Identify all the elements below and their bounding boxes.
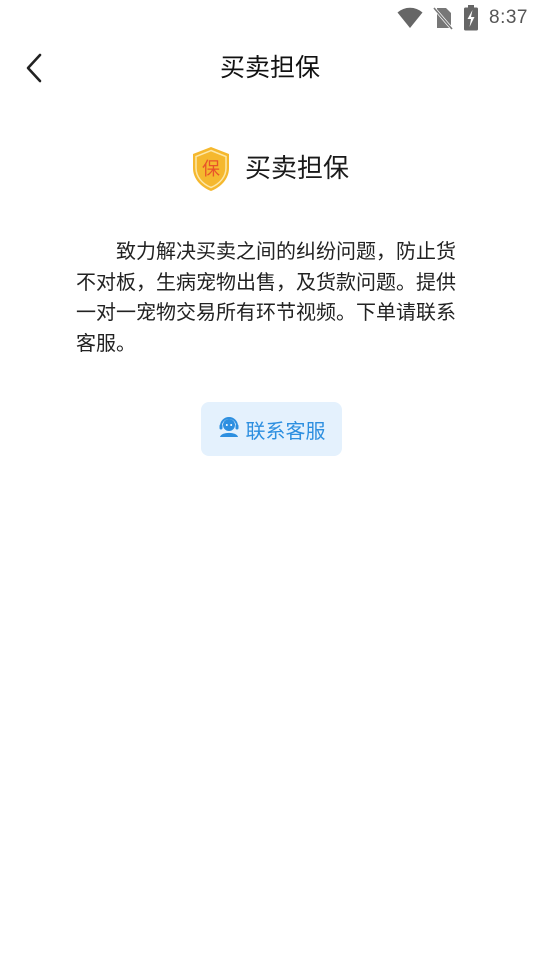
no-sim-icon: [433, 6, 454, 30]
page-title: 买卖担保: [219, 53, 320, 82]
status-bar: 8:37: [0, 0, 540, 36]
status-icons: 8:37: [397, 4, 528, 32]
guarantee-heading: 保 买卖担保: [0, 146, 540, 192]
customer-service-icon: [218, 416, 240, 442]
shield-badge-char: 保: [202, 159, 220, 180]
wifi-icon: [397, 7, 423, 29]
guarantee-shield-icon: 保: [191, 146, 231, 192]
guarantee-description: 致力解决买卖之间的纠纷问题，防止货不对板，生病宠物出售，及货款问题。提供一对一宠…: [76, 239, 456, 355]
status-time: 8:37: [489, 7, 528, 28]
guarantee-title: 买卖担保: [244, 154, 349, 184]
battery-charging-icon: [463, 5, 479, 31]
contact-service-button[interactable]: 联系客服: [201, 402, 342, 456]
title-bar: 买卖担保: [0, 36, 540, 100]
contact-button-label: 联系客服: [245, 418, 326, 443]
